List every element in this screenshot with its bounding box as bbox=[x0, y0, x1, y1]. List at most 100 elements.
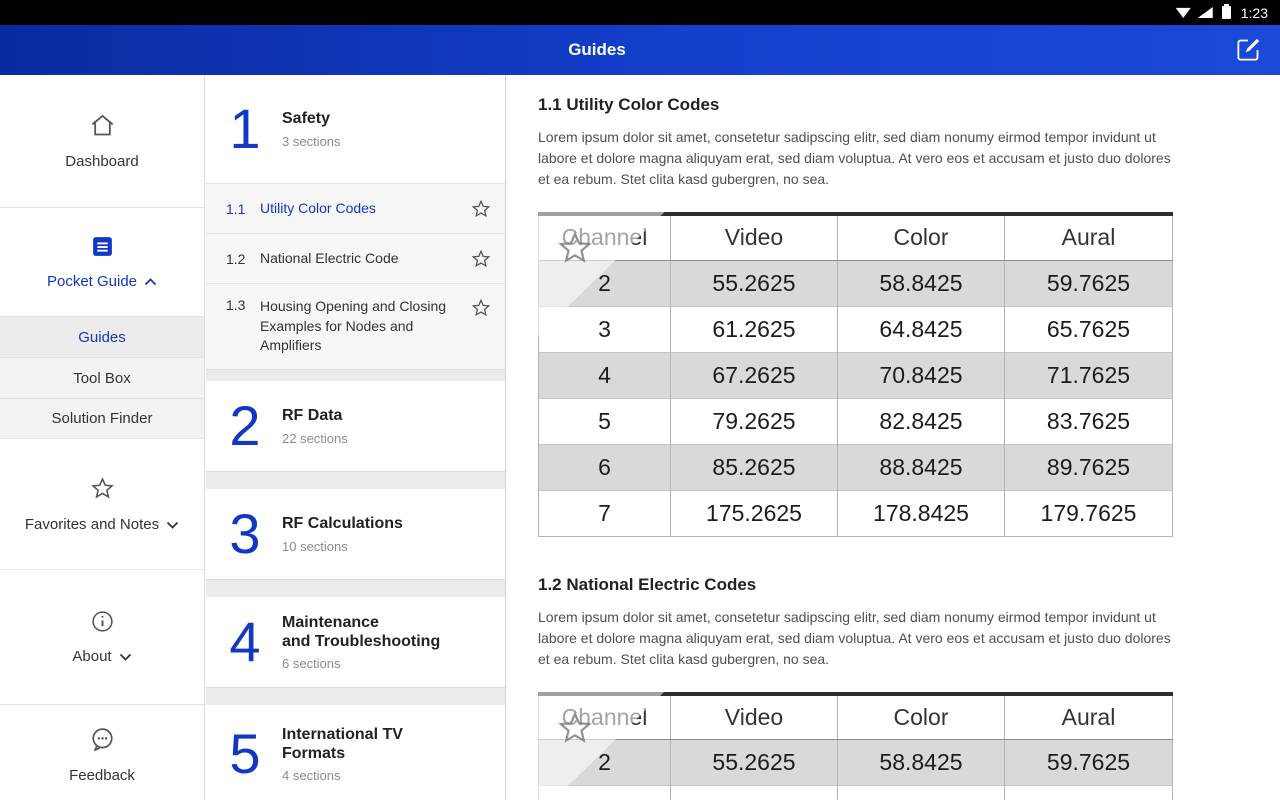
chapter-section-count: 4 sections bbox=[282, 768, 403, 783]
table-cell: 58.8425 bbox=[838, 260, 1005, 306]
sidebar-item-pocket-guide[interactable]: Pocket Guide bbox=[0, 208, 204, 316]
chapter-number: 5 bbox=[226, 726, 264, 782]
sidebar-item-label: Feedback bbox=[69, 767, 135, 784]
channel-table: ChannelVideoColorAural 255.262558.842559… bbox=[538, 212, 1173, 537]
table-cell: 85.2625 bbox=[671, 444, 838, 490]
table-cell: 65.7625 bbox=[1005, 306, 1173, 352]
edit-button[interactable] bbox=[1235, 36, 1263, 64]
chapter-card-5: 5 International TV Formats 4 sections bbox=[206, 705, 505, 800]
chapter-item-international-tv[interactable]: 5 International TV Formats 4 sections bbox=[206, 705, 505, 800]
star-icon bbox=[89, 475, 116, 507]
sidebar-item-favorites[interactable]: Favorites and Notes bbox=[0, 439, 204, 570]
table-cell: 6 bbox=[539, 444, 671, 490]
sidebar-item-guides[interactable]: Guides bbox=[0, 316, 204, 357]
chapter-item-rf-data[interactable]: 2 RF Data 22 sections bbox=[206, 381, 505, 471]
table-cell: 58.8425 bbox=[838, 740, 1005, 786]
section-item-1-1[interactable]: 1.1 Utility Color Codes bbox=[206, 183, 505, 233]
section-number: 1.3 bbox=[226, 297, 260, 313]
chapter-section-count: 22 sections bbox=[282, 431, 348, 446]
section-item-1-3[interactable]: 1.3 Housing Opening and Closing Examples… bbox=[206, 283, 505, 369]
status-time: 1:23 bbox=[1241, 5, 1268, 21]
section-number: 1.2 bbox=[226, 251, 260, 267]
app-bar: Guides bbox=[0, 25, 1280, 75]
pocket-guide-icon bbox=[90, 234, 115, 264]
channel-table-wrap: ChannelVideoColorAural 255.262558.842559… bbox=[538, 212, 1172, 537]
chapter-item-rf-calculations[interactable]: 3 RF Calculations 10 sections bbox=[206, 489, 505, 579]
table-row: 467.262570.842571.7625 bbox=[539, 352, 1173, 398]
table-cell: 3 bbox=[539, 306, 671, 352]
table-cell: 55.2625 bbox=[671, 740, 838, 786]
table-row: 7175.2625178.8425179.7625 bbox=[539, 490, 1173, 536]
sidebar-item-about[interactable]: About bbox=[0, 570, 204, 705]
edit-icon bbox=[1235, 50, 1262, 67]
chapter-title: Safety bbox=[282, 109, 341, 128]
sidebar-item-label: Favorites and Notes bbox=[25, 516, 159, 533]
favorite-star-icon[interactable] bbox=[470, 248, 492, 270]
table-row: 579.262582.842583.7625 bbox=[539, 398, 1173, 444]
content-panel: 1.1 Utility Color Codes Lorem ipsum dolo… bbox=[507, 75, 1280, 800]
chapter-number: 4 bbox=[226, 614, 264, 670]
sidebar-item-solution-finder[interactable]: Solution Finder bbox=[0, 398, 204, 439]
section-title: Housing Opening and Closing Examples for… bbox=[260, 297, 450, 356]
chapter-item-maintenance[interactable]: 4 Maintenance and Troubleshooting 6 sect… bbox=[206, 597, 505, 687]
home-icon bbox=[89, 112, 116, 144]
table-header-cell: Channel bbox=[539, 694, 671, 740]
chapter-item-safety[interactable]: 1 Safety 3 sections bbox=[206, 75, 505, 183]
table-row: 361.262564.842565.7625 bbox=[539, 306, 1173, 352]
table-row: 685.262588.842589.7625 bbox=[539, 444, 1173, 490]
table-cell: 2 bbox=[539, 260, 671, 306]
table-cell: 61.2625 bbox=[671, 306, 838, 352]
table-cell: 3 bbox=[539, 786, 671, 801]
chapter-card-3: 3 RF Calculations 10 sections bbox=[206, 489, 505, 580]
chevron-down-icon bbox=[166, 516, 179, 533]
chapter-number: 2 bbox=[226, 398, 264, 454]
favorite-star-icon[interactable] bbox=[470, 297, 492, 319]
table-cell: 178.8425 bbox=[838, 490, 1005, 536]
table-header-cell: Color bbox=[838, 214, 1005, 260]
sidebar-item-label: Guides bbox=[78, 329, 126, 346]
chapter-title: RF Data bbox=[282, 406, 348, 425]
channel-table: ChannelVideoColorAural 255.262558.842559… bbox=[538, 692, 1173, 801]
table-cell: 175.2625 bbox=[671, 490, 838, 536]
section-paragraph: Lorem ipsum dolor sit amet, consetetur s… bbox=[538, 127, 1183, 190]
table-header-cell: Color bbox=[838, 694, 1005, 740]
table-cell: 2 bbox=[539, 740, 671, 786]
table-cell: 82.8425 bbox=[838, 398, 1005, 444]
table-cell: 88.8425 bbox=[838, 444, 1005, 490]
sidebar-item-feedback[interactable]: Feedback bbox=[0, 705, 204, 805]
chapter-number: 1 bbox=[226, 101, 264, 157]
sidebar-item-tool-box[interactable]: Tool Box bbox=[0, 357, 204, 398]
favorite-star-icon[interactable] bbox=[470, 198, 492, 220]
battery-icon bbox=[1222, 6, 1231, 19]
section-heading: 1.2 National Electric Codes bbox=[538, 575, 1280, 595]
chevron-up-icon bbox=[144, 273, 157, 290]
table-cell: 64.8425 bbox=[838, 786, 1005, 801]
sidebar-item-label: Pocket Guide bbox=[47, 273, 137, 290]
table-cell: 59.7625 bbox=[1005, 740, 1173, 786]
table-cell: 61.2625 bbox=[671, 786, 838, 801]
section-heading: 1.1 Utility Color Codes bbox=[538, 95, 1280, 115]
table-cell: 179.7625 bbox=[1005, 490, 1173, 536]
table-cell: 59.7625 bbox=[1005, 260, 1173, 306]
sidebar-item-label: About bbox=[72, 648, 111, 665]
section-title: National Electric Code bbox=[260, 249, 450, 269]
table-cell: 70.8425 bbox=[838, 352, 1005, 398]
signal-icon bbox=[1198, 7, 1213, 18]
table-row: 255.262558.842559.7625 bbox=[539, 260, 1173, 306]
table-row: 361.262564.842565.7625 bbox=[539, 786, 1173, 801]
section-number: 1.1 bbox=[226, 201, 260, 217]
chapter-title: International TV Formats bbox=[282, 725, 403, 763]
table-cell: 7 bbox=[539, 490, 671, 536]
section-item-1-2[interactable]: 1.2 National Electric Code bbox=[206, 233, 505, 283]
sidebar: Dashboard Pocket Guide bbox=[0, 75, 205, 800]
chevron-down-icon bbox=[119, 648, 132, 665]
section-paragraph: Lorem ipsum dolor sit amet, consetetur s… bbox=[538, 607, 1183, 670]
table-cell: 71.7625 bbox=[1005, 352, 1173, 398]
chapter-title: RF Calculations bbox=[282, 514, 403, 533]
table-cell: 83.7625 bbox=[1005, 398, 1173, 444]
info-icon bbox=[90, 609, 115, 639]
content-section-1-1: 1.1 Utility Color Codes Lorem ipsum dolo… bbox=[538, 95, 1280, 537]
sidebar-item-dashboard[interactable]: Dashboard bbox=[0, 75, 204, 208]
status-bar: 1:23 bbox=[0, 0, 1280, 25]
table-header-cell: Aural bbox=[1005, 214, 1173, 260]
